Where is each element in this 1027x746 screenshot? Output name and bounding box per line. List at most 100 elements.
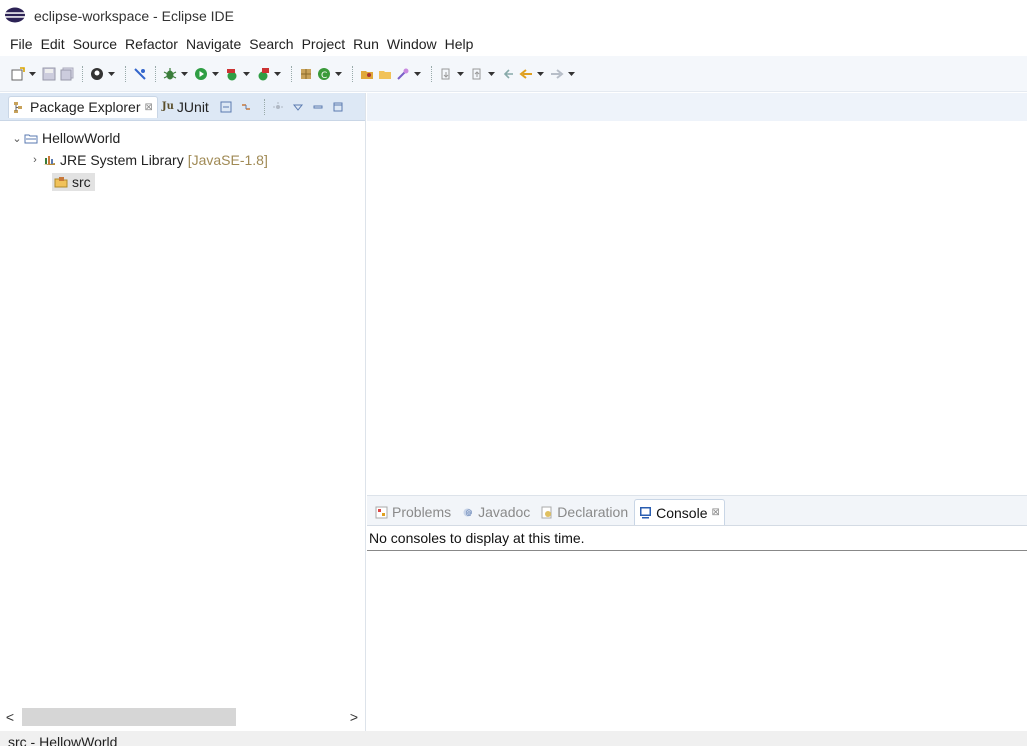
menu-search[interactable]: Search: [249, 36, 293, 52]
scroll-track[interactable]: [18, 708, 346, 726]
bottom-view-stack: Problems @ Javadoc Declaration Console ⊠…: [367, 495, 1027, 731]
close-icon[interactable]: ⊠: [712, 507, 720, 518]
menu-edit[interactable]: Edit: [41, 36, 65, 52]
junit-icon: Ju: [161, 101, 174, 112]
menu-help[interactable]: Help: [445, 36, 474, 52]
new-icon[interactable]: [10, 66, 26, 82]
new-package-icon[interactable]: [298, 66, 314, 82]
tab-console[interactable]: Console ⊠: [634, 499, 725, 525]
skip-breakpoints-icon[interactable]: [132, 66, 148, 82]
last-edit-location-icon[interactable]: [500, 66, 516, 82]
bottom-tab-strip: Problems @ Javadoc Declaration Console ⊠: [367, 496, 1027, 526]
view-toolbar: [219, 98, 351, 115]
focus-icon[interactable]: [271, 100, 285, 114]
link-with-editor-icon[interactable]: [239, 100, 253, 114]
save-icon[interactable]: [41, 66, 57, 82]
chevron-right-icon[interactable]: ›: [28, 154, 42, 166]
console-icon: [640, 507, 652, 519]
open-type-icon[interactable]: [359, 66, 375, 82]
console-output: No consoles to display at this time.: [367, 526, 1027, 551]
view-menu-icon[interactable]: [291, 100, 305, 114]
eclipse-logo-icon: [4, 7, 30, 25]
scroll-left-button[interactable]: <: [2, 709, 18, 725]
package-explorer-icon: [13, 101, 26, 114]
tree-item-label: src: [72, 174, 91, 190]
toolbar-separator: [263, 98, 266, 115]
close-icon[interactable]: ⊠: [145, 102, 153, 113]
menu-project[interactable]: Project: [302, 36, 346, 52]
menu-refactor[interactable]: Refactor: [125, 36, 178, 52]
open-folder-icon[interactable]: [377, 66, 393, 82]
external-tools-icon[interactable]: [255, 66, 271, 82]
collapse-all-icon[interactable]: [219, 100, 233, 114]
minimize-icon[interactable]: [311, 100, 325, 114]
project-tree: ⌄ HellowWorld › JRE System Library [Java…: [0, 121, 365, 193]
chevron-down-icon[interactable]: [242, 66, 251, 82]
tab-label: Javadoc: [478, 504, 531, 520]
toolbar-separator: [125, 65, 127, 82]
chevron-down-icon[interactable]: ⌄: [10, 132, 24, 145]
editor-tab-strip: [367, 93, 1027, 121]
editor-area[interactable]: [367, 93, 1027, 495]
status-bar: src - HellowWorld: [0, 731, 1027, 746]
menu-file[interactable]: File: [10, 36, 33, 52]
debug-icon[interactable]: [162, 66, 178, 82]
tab-problems[interactable]: Problems: [371, 499, 455, 525]
java-project-icon: [24, 131, 38, 145]
chevron-down-icon[interactable]: [456, 66, 465, 82]
chevron-down-icon[interactable]: [567, 66, 576, 82]
maximize-icon[interactable]: [331, 100, 345, 114]
run-icon[interactable]: [193, 66, 209, 82]
menu-window[interactable]: Window: [387, 36, 437, 52]
chevron-down-icon[interactable]: [180, 66, 189, 82]
tree-item-jre-library[interactable]: › JRE System Library [JavaSE-1.8]: [0, 149, 365, 171]
toolbar-separator: [155, 65, 157, 82]
toolbar-separator: [82, 65, 84, 82]
tab-junit[interactable]: Ju JUnit: [158, 96, 213, 118]
chevron-down-icon[interactable]: [334, 66, 343, 82]
save-all-icon[interactable]: [59, 66, 75, 82]
chevron-down-icon[interactable]: [536, 66, 545, 82]
declaration-icon: [541, 506, 552, 518]
tab-declaration[interactable]: Declaration: [536, 499, 632, 525]
tree-item-src[interactable]: src: [0, 171, 365, 193]
menu-bar: File Edit Source Refactor Navigate Searc…: [0, 32, 1027, 56]
package-explorer-view: Package Explorer ⊠ Ju JUnit ⌄ HellowWorl…: [0, 93, 366, 731]
scroll-right-button[interactable]: >: [346, 709, 362, 725]
previous-annotation-icon[interactable]: [469, 66, 485, 82]
tab-label: Problems: [392, 504, 452, 520]
chevron-down-icon[interactable]: [487, 66, 496, 82]
tab-label: Declaration: [557, 504, 629, 520]
horizontal-scrollbar[interactable]: < >: [2, 707, 362, 727]
toolbar-separator: [291, 65, 293, 82]
tab-package-explorer[interactable]: Package Explorer ⊠: [8, 95, 158, 118]
chevron-down-icon[interactable]: [107, 66, 116, 82]
selected-tree-item[interactable]: src: [52, 173, 95, 191]
javadoc-icon: @: [463, 508, 473, 517]
tree-item-project[interactable]: ⌄ HellowWorld: [0, 127, 365, 149]
problems-icon: [375, 506, 388, 518]
tab-javadoc[interactable]: @ Javadoc: [457, 499, 534, 525]
menu-source[interactable]: Source: [73, 36, 117, 52]
jre-version-label: [JavaSE-1.8]: [187, 152, 268, 168]
chevron-down-icon[interactable]: [211, 66, 220, 82]
toolbar-separator: [431, 65, 433, 82]
profile-icon[interactable]: [89, 66, 105, 82]
forward-icon[interactable]: [549, 66, 565, 82]
coverage-icon[interactable]: [224, 66, 240, 82]
new-class-icon[interactable]: C: [316, 66, 332, 82]
tab-label: Console: [656, 504, 708, 521]
chevron-down-icon[interactable]: [413, 66, 422, 82]
next-annotation-icon[interactable]: [438, 66, 454, 82]
svg-text:@: @: [466, 509, 473, 517]
scroll-thumb[interactable]: [22, 708, 236, 726]
chevron-down-icon[interactable]: [273, 66, 282, 82]
search-icon[interactable]: [395, 66, 411, 82]
menu-navigate[interactable]: Navigate: [186, 36, 241, 52]
tree-item-label: JRE System Library: [60, 152, 184, 168]
tree-item-label: HellowWorld: [42, 130, 121, 146]
left-tab-strip: Package Explorer ⊠ Ju JUnit: [0, 93, 365, 121]
chevron-down-icon[interactable]: [28, 66, 37, 82]
back-icon[interactable]: [518, 66, 534, 82]
menu-run[interactable]: Run: [353, 36, 379, 52]
